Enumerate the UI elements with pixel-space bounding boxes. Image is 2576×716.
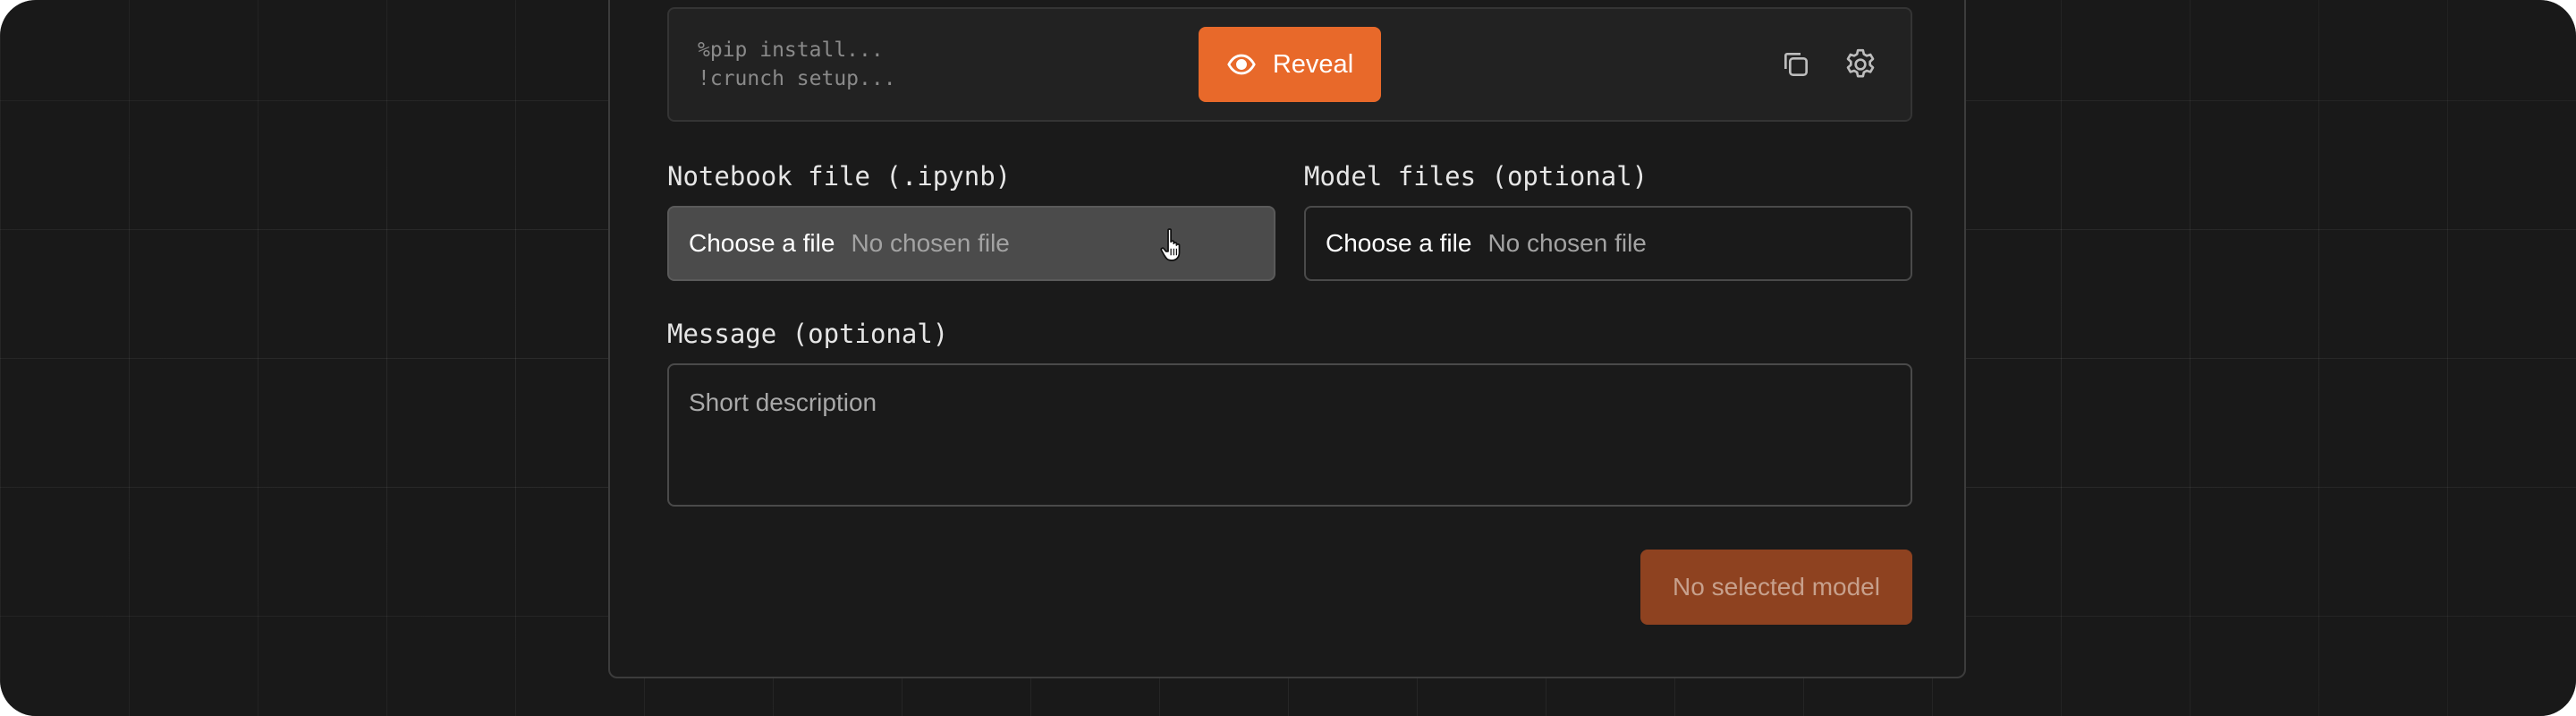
copy-icon[interactable] bbox=[1778, 47, 1814, 82]
gear-icon[interactable] bbox=[1843, 47, 1878, 82]
app-window: %pip install... !crunch setup... Reveal … bbox=[0, 0, 2576, 716]
model-files-input[interactable]: Choose a file No chosen file bbox=[1304, 206, 1912, 281]
message-textarea[interactable]: Short description bbox=[667, 363, 1912, 507]
setup-code-box: %pip install... !crunch setup... Reveal bbox=[667, 7, 1912, 122]
submission-panel: %pip install... !crunch setup... Reveal … bbox=[608, 0, 1966, 678]
notebook-file-input[interactable]: Choose a file No chosen file bbox=[667, 206, 1275, 281]
file-status: No chosen file bbox=[1487, 229, 1647, 257]
hand-cursor-icon bbox=[1160, 228, 1181, 261]
model-files-label: Model files (optional) bbox=[1304, 161, 1648, 192]
submit-button[interactable]: No selected model bbox=[1640, 550, 1912, 625]
reveal-button-label: Reveal bbox=[1272, 49, 1354, 79]
submit-button-label: No selected model bbox=[1673, 573, 1880, 601]
message-label: Message (optional) bbox=[667, 319, 949, 349]
code-line: !crunch setup... bbox=[698, 67, 896, 90]
eye-icon bbox=[1227, 54, 1256, 75]
file-status: No chosen file bbox=[851, 229, 1010, 257]
message-placeholder: Short description bbox=[689, 388, 877, 416]
choose-file-label: Choose a file bbox=[689, 229, 835, 257]
choose-file-label: Choose a file bbox=[1326, 229, 1472, 257]
code-line: %pip install... bbox=[698, 38, 884, 62]
notebook-file-label: Notebook file (.ipynb) bbox=[667, 161, 1012, 192]
code-snippet: %pip install... !crunch setup... bbox=[698, 36, 896, 93]
reveal-button[interactable]: Reveal bbox=[1199, 27, 1381, 102]
